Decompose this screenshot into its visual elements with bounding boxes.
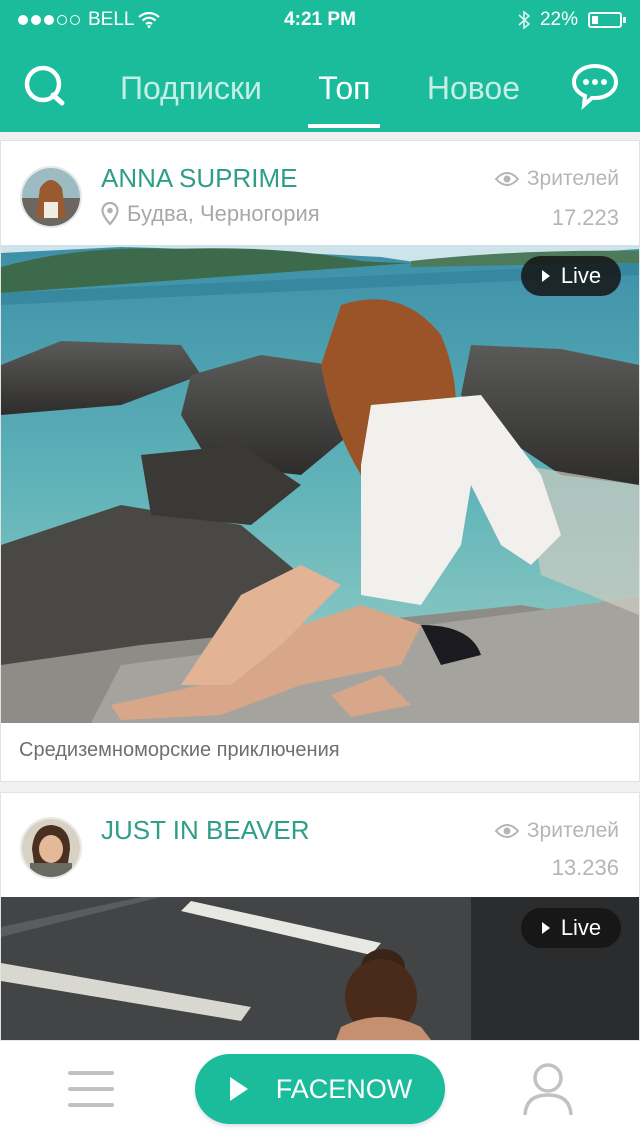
feed-tabs: Подписки Топ Новое	[110, 40, 530, 132]
viewers-label-text: Зрителей	[526, 819, 619, 842]
eye-icon	[494, 824, 519, 838]
live-label: Live	[560, 915, 602, 940]
viewers-label-text: Зрителей	[526, 167, 619, 190]
stream-caption: Средиземноморские приключения	[19, 739, 340, 761]
stream-card[interactable]: ANNA SUPRIME Будва, Черногория Зрителей …	[0, 140, 640, 782]
avatar[interactable]	[20, 166, 82, 228]
profile-button[interactable]	[522, 1061, 574, 1117]
stream-preview-image[interactable]	[1, 245, 639, 723]
battery-percent: 22%	[539, 9, 578, 30]
streamer-location: Будва, Черногория	[101, 201, 320, 227]
live-badge: Live	[521, 256, 621, 296]
facenow-label: FACENOW	[275, 1073, 413, 1104]
stream-card[interactable]: JUST IN BEAVER Зрителей 13.236 Live	[0, 792, 640, 1053]
play-icon	[541, 270, 550, 282]
battery-icon	[588, 12, 626, 28]
live-label: Live	[560, 263, 602, 288]
live-badge: Live	[521, 908, 621, 948]
avatar[interactable]	[20, 817, 82, 879]
bottom-tab-bar: FACENOW	[0, 1040, 640, 1136]
play-icon	[229, 1077, 248, 1101]
status-bar: BELL 4:21 PM 22%	[0, 0, 640, 40]
bluetooth-icon	[518, 10, 530, 30]
tab-new[interactable]: Новое	[417, 40, 530, 132]
tab-subscriptions[interactable]: Подписки	[110, 40, 272, 132]
viewers-count: 17.223	[551, 205, 619, 230]
top-nav: Подписки Топ Новое	[0, 40, 640, 132]
user-icon	[523, 1063, 573, 1116]
status-right: 22%	[518, 9, 626, 31]
facenow-button[interactable]: FACENOW	[195, 1054, 445, 1124]
search-button[interactable]	[20, 60, 70, 110]
chat-button[interactable]	[570, 60, 620, 110]
location-text: Будва, Черногория	[127, 201, 320, 226]
eye-icon	[494, 172, 519, 186]
search-icon	[24, 65, 65, 106]
menu-icon	[68, 1071, 114, 1107]
menu-button[interactable]	[68, 1071, 114, 1111]
viewers-count: 13.236	[551, 855, 619, 880]
app-header: BELL 4:21 PM 22% Подписки Топ Новое	[0, 0, 640, 132]
streamer-name[interactable]: ANNA SUPRIME	[101, 163, 298, 194]
viewers-label: Зрителей	[494, 167, 619, 191]
streamer-name[interactable]: JUST IN BEAVER	[101, 815, 310, 846]
tab-top[interactable]: Топ	[308, 40, 381, 132]
viewers-label: Зрителей	[494, 819, 619, 843]
play-icon	[541, 922, 550, 934]
location-pin-icon	[101, 202, 119, 226]
chat-icon	[571, 63, 619, 110]
